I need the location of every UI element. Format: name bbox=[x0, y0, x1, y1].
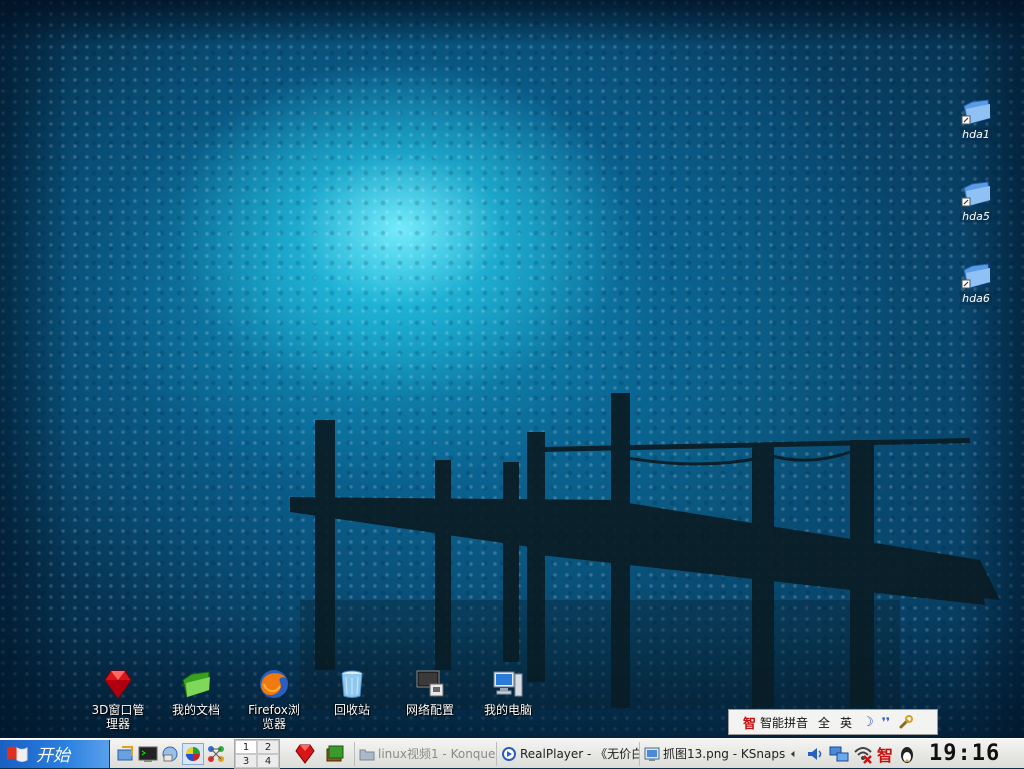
ruby-gem-icon[interactable] bbox=[294, 743, 316, 765]
firefox-icon bbox=[260, 670, 288, 698]
app-launchers bbox=[294, 743, 354, 765]
tray-ime-icon[interactable]: 智 bbox=[877, 742, 893, 766]
computer-icon bbox=[493, 671, 523, 697]
desktop-icon-label: 我的文档 bbox=[171, 703, 220, 717]
blue-folder-icon bbox=[961, 263, 991, 289]
ruby-gem-icon bbox=[104, 670, 132, 699]
punctuation-icon[interactable]: ❜❜ bbox=[882, 715, 890, 729]
task-label: 抓图13.png - KSnaps bbox=[663, 747, 785, 761]
task-realplayer[interactable]: RealPlayer - 《无价白 bbox=[496, 741, 639, 766]
desktop-icon-label: 3D窗口管 理器 bbox=[91, 703, 145, 731]
trash-bin-icon bbox=[341, 670, 363, 698]
quick-launch bbox=[116, 742, 228, 765]
moon-icon[interactable]: ☽ bbox=[862, 715, 874, 730]
green-folder-icon bbox=[182, 671, 210, 698]
volume-icon[interactable] bbox=[805, 744, 825, 764]
desktop-wallpaper bbox=[0, 0, 1024, 738]
task-label: RealPlayer - 《无价白 bbox=[520, 747, 639, 761]
network-monitor-icon bbox=[416, 670, 444, 697]
drive-label: hda5 bbox=[960, 210, 992, 223]
books-icon[interactable] bbox=[324, 743, 346, 765]
network-connection-icon[interactable] bbox=[829, 744, 849, 764]
desktop-icon-label: 我的电脑 bbox=[483, 703, 532, 717]
desktop-2[interactable]: 2 bbox=[257, 739, 279, 754]
clock[interactable]: 19:16 bbox=[929, 741, 1000, 766]
wrench-icon[interactable] bbox=[898, 714, 914, 730]
taskbar: 开始 1 2 3 4 linux视频1 - Konque RealPlayer … bbox=[0, 738, 1024, 769]
desktop-icon-my-computer[interactable]: 我的电脑 bbox=[470, 668, 546, 717]
system-tray: 智 bbox=[789, 742, 921, 766]
blue-folder-icon bbox=[961, 181, 991, 207]
drive-hda5[interactable]: hda5 bbox=[954, 178, 998, 223]
terminal-icon[interactable] bbox=[138, 744, 158, 764]
color-palette-icon[interactable] bbox=[182, 742, 204, 765]
drive-hda1[interactable]: hda1 bbox=[954, 96, 998, 141]
desktop-icon-3d-window-manager[interactable]: 3D窗口管 理器 bbox=[80, 668, 156, 731]
tux-icon[interactable] bbox=[897, 744, 917, 764]
ime-english-toggle[interactable]: 英 bbox=[840, 714, 852, 731]
desktop-icon-trash[interactable]: 回收站 bbox=[314, 668, 390, 717]
tray-arrow-icon[interactable] bbox=[789, 744, 801, 764]
virtual-desktop-pager[interactable]: 1 2 3 4 bbox=[234, 738, 280, 769]
wifi-disconnected-icon[interactable] bbox=[853, 744, 873, 764]
ime-name[interactable]: 智能拼音 bbox=[760, 714, 808, 731]
desktop-show-icon[interactable] bbox=[116, 744, 136, 764]
start-button[interactable]: 开始 bbox=[0, 739, 110, 768]
ime-full-width-toggle[interactable]: 全 bbox=[818, 714, 830, 731]
network-share-icon[interactable] bbox=[160, 744, 180, 764]
desktop-icon-label: Firefox浏 览器 bbox=[248, 703, 300, 731]
task-label: linux视频1 - Konque bbox=[378, 747, 496, 761]
blue-folder-icon bbox=[961, 99, 991, 125]
drive-label: hda1 bbox=[960, 128, 992, 141]
desktop-1[interactable]: 1 bbox=[235, 739, 257, 754]
drive-label: hda6 bbox=[960, 292, 992, 305]
desktop-icon-firefox[interactable]: Firefox浏 览器 bbox=[236, 668, 312, 731]
folder-icon bbox=[359, 749, 375, 760]
desktop-icon-my-documents[interactable]: 我的文档 bbox=[158, 668, 234, 717]
drive-hda6[interactable]: hda6 bbox=[954, 260, 998, 305]
desktop-3[interactable]: 3 bbox=[235, 753, 257, 768]
ime-logo[interactable]: 智 bbox=[743, 713, 756, 732]
molecule-icon[interactable] bbox=[206, 744, 226, 764]
screenshot-icon bbox=[644, 747, 660, 761]
desktop-icon-label: 回收站 bbox=[333, 703, 370, 717]
task-konqueror[interactable]: linux视频1 - Konque bbox=[354, 741, 496, 766]
pier-silhouette bbox=[290, 393, 1000, 710]
start-flag-icon bbox=[7, 746, 28, 762]
input-method-bar[interactable]: 智 智能拼音 全 英 ☽ ❜❜ bbox=[728, 709, 938, 735]
start-label: 开始 bbox=[36, 746, 70, 766]
realplayer-icon bbox=[502, 746, 516, 761]
desktop-4[interactable]: 4 bbox=[257, 753, 279, 768]
desktop-icon-label: 网络配置 bbox=[405, 703, 454, 717]
desktop-icon-network-config[interactable]: 网络配置 bbox=[392, 668, 468, 717]
task-ksnapshot[interactable]: 抓图13.png - KSnaps bbox=[639, 741, 785, 766]
